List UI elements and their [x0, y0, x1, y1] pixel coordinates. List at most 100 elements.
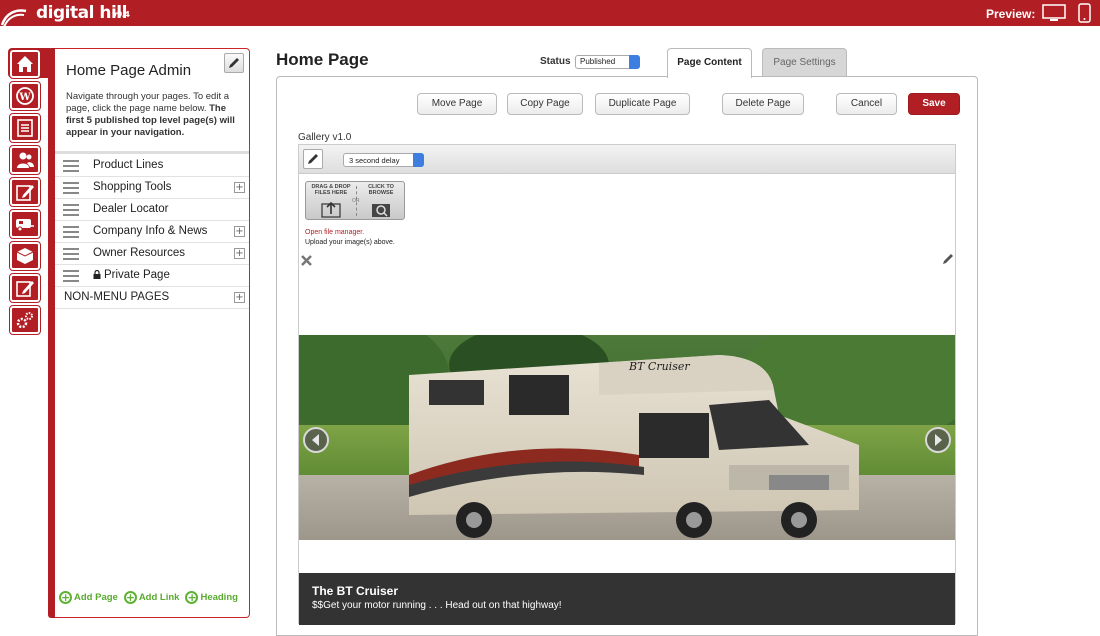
heading-label[interactable]: Heading [200, 592, 237, 603]
drag-handle-icon[interactable] [63, 226, 79, 238]
users-icon [17, 152, 34, 168]
rail-users-button[interactable] [9, 145, 41, 175]
browse-icon [372, 204, 390, 217]
select-arrows-icon [629, 55, 640, 69]
status-value: Published [580, 57, 616, 66]
settings-icon [16, 312, 33, 329]
status-label: Status [540, 56, 571, 67]
drag-handle-icon[interactable] [63, 248, 79, 260]
tree-item-dealer-locator[interactable]: Dealer Locator [55, 199, 249, 221]
gallery-edit-button[interactable] [303, 149, 323, 169]
or-label: OR [352, 198, 360, 204]
upload-icon [321, 201, 341, 218]
next-slide-button[interactable] [925, 427, 951, 453]
add-page-label[interactable]: Add Page [74, 592, 118, 603]
rail-form-button[interactable] [9, 273, 41, 303]
tree-item-label[interactable]: Product Lines [93, 159, 163, 171]
previous-slide-button[interactable] [303, 427, 329, 453]
preview-label: Preview: [986, 7, 1036, 21]
page-title: Home Page [276, 50, 369, 69]
drag-handle-icon[interactable] [63, 204, 79, 216]
admin-description: Navigate through your pages. To edit a p… [66, 91, 246, 139]
add-link-label[interactable]: Add Link [139, 592, 180, 603]
tab-page-content[interactable]: Page Content [667, 48, 752, 78]
expand-icon[interactable]: + [234, 292, 245, 303]
expand-icon[interactable]: + [234, 182, 245, 193]
tree-item-product-lines[interactable]: Product Lines [55, 155, 249, 177]
rail-box-button[interactable] [9, 241, 41, 271]
tree-item-private-page[interactable]: Private Page [55, 265, 249, 287]
logo-swoosh-icon [0, 9, 27, 27]
tab-page-settings[interactable]: Page Settings [762, 48, 847, 77]
drag-drop-label: DRAG & DROP FILES HERE [311, 184, 351, 196]
caption-text: $$Get your motor running . . . Head out … [312, 600, 562, 611]
drag-handle-icon[interactable] [63, 182, 79, 194]
status-select[interactable]: Published [575, 55, 640, 69]
delete-page-button[interactable]: Delete Page [722, 93, 804, 115]
tree-item-company-info[interactable]: Company Info & News + [55, 221, 249, 243]
tree-item-label[interactable]: Company Info & News [93, 225, 207, 237]
tree-item-shopping-tools[interactable]: Shopping Tools + [55, 177, 249, 199]
rail-home-button[interactable] [9, 49, 41, 79]
tree-item-label[interactable]: NON-MENU PAGES [64, 291, 169, 303]
rail-list-button[interactable] [9, 113, 41, 143]
open-file-manager-link[interactable]: Open file manager. [305, 229, 364, 236]
svg-text:W: W [18, 92, 31, 103]
rail-edit-button[interactable] [9, 177, 41, 207]
home-icon [17, 56, 33, 72]
chevron-right-icon [935, 434, 942, 446]
tree-item-label-text[interactable]: Private Page [104, 269, 170, 281]
mobile-preview-icon[interactable] [1078, 3, 1091, 23]
rv-photo: BT Cruiser [299, 335, 955, 540]
select-arrows-icon [413, 153, 424, 167]
move-page-button[interactable]: Move Page [417, 93, 497, 115]
slide-caption: The BT Cruiser $$Get your motor running … [299, 573, 955, 625]
gallery-label: Gallery v1.0 [298, 132, 352, 143]
copy-page-button[interactable]: Copy Page [507, 93, 583, 115]
page-admin-panel: Home Page Admin Navigate through your pa… [55, 48, 250, 618]
add-circle-icon: + [123, 591, 137, 604]
close-icon[interactable] [301, 255, 312, 266]
tree-item-label[interactable]: Private Page [93, 269, 170, 281]
rail-rv-button[interactable] [9, 209, 41, 239]
duplicate-page-button[interactable]: Duplicate Page [595, 93, 690, 115]
delay-select[interactable]: 3 second delay [343, 153, 424, 167]
add-page-link[interactable]: + Add Page [59, 591, 118, 604]
gallery-toolbar: 3 second delay [299, 145, 955, 174]
admin-title: Home Page Admin [66, 62, 192, 79]
drag-handle-icon[interactable] [63, 270, 79, 282]
admin-actions: + Add Page + Add Link + Heading [59, 591, 249, 604]
add-heading-link[interactable]: + Heading [185, 591, 238, 604]
delay-value: 3 second delay [349, 156, 400, 165]
rail-settings-button[interactable] [9, 305, 41, 335]
tree-item-label[interactable]: Dealer Locator [93, 203, 168, 215]
box-icon [16, 248, 34, 264]
click-browse-label: CLICK TO BROWSE [368, 184, 394, 196]
drag-handle-icon[interactable] [63, 160, 79, 172]
list-icon [17, 119, 33, 137]
pencil-icon[interactable] [942, 253, 954, 265]
edit-icon [16, 185, 34, 201]
expand-icon[interactable]: + [234, 226, 245, 237]
page-tree: Product Lines Shopping Tools + Dealer Lo… [55, 155, 249, 309]
desktop-preview-icon[interactable] [1042, 4, 1066, 22]
save-button[interactable]: Save [908, 93, 960, 115]
rv-icon [16, 219, 34, 232]
caption-title: The BT Cruiser [312, 584, 399, 598]
admin-description-text: Navigate through your pages. To edit a p… [66, 91, 230, 114]
lock-icon [93, 270, 101, 279]
add-link-link[interactable]: + Add Link [123, 591, 180, 604]
admin-edit-button[interactable] [224, 53, 244, 73]
tree-item-label[interactable]: Owner Resources [93, 247, 185, 259]
chevron-left-icon [312, 434, 319, 446]
tree-item-label[interactable]: Shopping Tools [93, 181, 171, 193]
cancel-button[interactable]: Cancel [836, 93, 897, 115]
wordpress-icon: W [16, 87, 34, 105]
tree-item-owner-resources[interactable]: Owner Resources + [55, 243, 249, 265]
tree-item-non-menu-pages[interactable]: NON-MENU PAGES + [55, 287, 249, 309]
file-upload-dropzone[interactable]: DRAG & DROP FILES HERE OR CLICK TO BROWS… [305, 181, 405, 220]
slide-brand-text: BT Cruiser [628, 360, 690, 373]
rail-wordpress-button[interactable]: W [9, 81, 41, 111]
expand-icon[interactable]: + [234, 248, 245, 259]
pencil-icon [229, 58, 239, 68]
